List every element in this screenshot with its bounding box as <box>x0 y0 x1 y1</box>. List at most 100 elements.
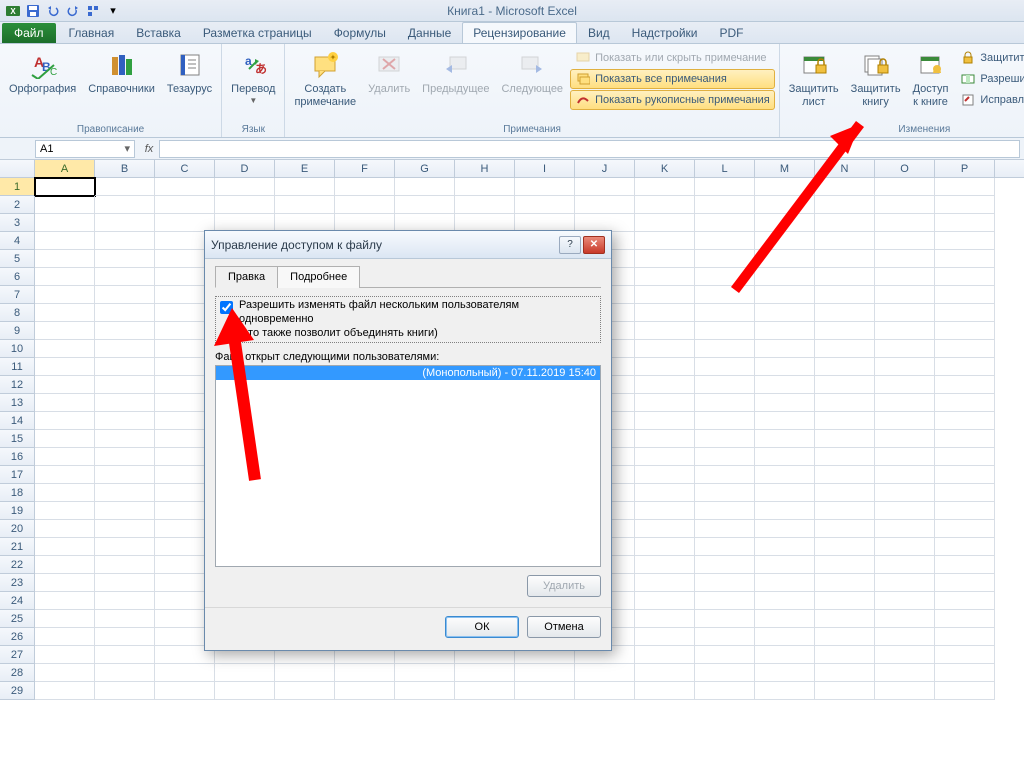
cell[interactable] <box>815 340 875 358</box>
cell[interactable] <box>815 376 875 394</box>
cell[interactable] <box>875 358 935 376</box>
cell[interactable] <box>755 502 815 520</box>
row-header[interactable]: 29 <box>0 682 35 700</box>
cell[interactable] <box>395 196 455 214</box>
cell[interactable] <box>635 574 695 592</box>
cell[interactable] <box>875 412 935 430</box>
cell[interactable] <box>275 196 335 214</box>
cell[interactable] <box>635 322 695 340</box>
cell[interactable] <box>935 412 995 430</box>
cell[interactable] <box>515 196 575 214</box>
cell[interactable] <box>635 196 695 214</box>
cell[interactable] <box>95 412 155 430</box>
cell[interactable] <box>635 682 695 700</box>
cell[interactable] <box>95 520 155 538</box>
cell[interactable] <box>35 268 95 286</box>
row-header[interactable]: 18 <box>0 484 35 502</box>
ok-button[interactable]: ОК <box>445 616 519 638</box>
cell[interactable] <box>755 232 815 250</box>
tab-file[interactable]: Файл <box>2 23 56 43</box>
cell[interactable] <box>875 304 935 322</box>
cell[interactable] <box>695 412 755 430</box>
cell[interactable] <box>875 538 935 556</box>
cell[interactable] <box>335 682 395 700</box>
cell[interactable] <box>35 592 95 610</box>
tab-layout[interactable]: Разметка страницы <box>192 22 323 43</box>
cell[interactable] <box>755 268 815 286</box>
cell[interactable] <box>695 268 755 286</box>
cell[interactable] <box>515 664 575 682</box>
cell[interactable] <box>815 304 875 322</box>
cell[interactable] <box>155 664 215 682</box>
cell[interactable] <box>935 430 995 448</box>
cell[interactable] <box>395 178 455 196</box>
cell[interactable] <box>935 340 995 358</box>
cell[interactable] <box>875 394 935 412</box>
cell[interactable] <box>875 682 935 700</box>
row-header[interactable]: 4 <box>0 232 35 250</box>
cell[interactable] <box>635 412 695 430</box>
formula-input[interactable] <box>159 140 1020 158</box>
cell[interactable] <box>35 682 95 700</box>
cell[interactable] <box>455 664 515 682</box>
cell[interactable] <box>875 628 935 646</box>
cell[interactable] <box>815 250 875 268</box>
cell[interactable] <box>95 538 155 556</box>
name-box[interactable]: A1 ▾ <box>35 140 135 158</box>
cell[interactable] <box>215 178 275 196</box>
cell[interactable] <box>275 682 335 700</box>
column-header[interactable]: D <box>215 160 275 177</box>
share-book-button[interactable]: Доступ к книге <box>908 46 954 111</box>
cell[interactable] <box>35 502 95 520</box>
cell[interactable] <box>635 610 695 628</box>
cell[interactable] <box>695 466 755 484</box>
column-header[interactable]: C <box>155 160 215 177</box>
column-header[interactable]: K <box>635 160 695 177</box>
cell[interactable] <box>35 214 95 232</box>
cell[interactable] <box>35 322 95 340</box>
cell[interactable] <box>815 268 875 286</box>
cell[interactable] <box>815 232 875 250</box>
cell[interactable] <box>815 214 875 232</box>
row-header[interactable]: 1 <box>0 178 35 196</box>
cell[interactable] <box>815 412 875 430</box>
cell[interactable] <box>815 196 875 214</box>
row-header[interactable]: 22 <box>0 556 35 574</box>
cell[interactable] <box>575 682 635 700</box>
cell[interactable] <box>935 322 995 340</box>
row-header[interactable]: 19 <box>0 502 35 520</box>
cell[interactable] <box>875 484 935 502</box>
row-header[interactable]: 3 <box>0 214 35 232</box>
cell[interactable] <box>35 376 95 394</box>
dialog-close-button[interactable]: ✕ <box>583 236 605 254</box>
showink-button[interactable]: Показать рукописные примечания <box>570 90 775 110</box>
row-header[interactable]: 23 <box>0 574 35 592</box>
cell[interactable] <box>935 232 995 250</box>
cell[interactable] <box>875 556 935 574</box>
cell[interactable] <box>395 682 455 700</box>
cell[interactable] <box>455 196 515 214</box>
dialog-tab-edit[interactable]: Правка <box>215 266 278 288</box>
tab-view[interactable]: Вид <box>577 22 621 43</box>
cell[interactable] <box>875 178 935 196</box>
cell[interactable] <box>635 232 695 250</box>
cell[interactable] <box>35 196 95 214</box>
cell[interactable] <box>935 268 995 286</box>
cell[interactable] <box>755 196 815 214</box>
column-header[interactable]: J <box>575 160 635 177</box>
cell[interactable] <box>755 610 815 628</box>
cell[interactable] <box>95 610 155 628</box>
cell[interactable] <box>695 592 755 610</box>
cell[interactable] <box>935 592 995 610</box>
cell[interactable] <box>695 610 755 628</box>
name-box-dropdown-icon[interactable]: ▾ <box>124 142 130 155</box>
thesaurus-button[interactable]: Тезаурус <box>162 46 217 99</box>
cell[interactable] <box>95 340 155 358</box>
spelling-button[interactable]: ABC Орфография <box>4 46 81 99</box>
row-header[interactable]: 2 <box>0 196 35 214</box>
cell[interactable] <box>755 250 815 268</box>
cell[interactable] <box>815 430 875 448</box>
cell[interactable] <box>755 556 815 574</box>
cancel-button[interactable]: Отмена <box>527 616 601 638</box>
cell[interactable] <box>695 286 755 304</box>
